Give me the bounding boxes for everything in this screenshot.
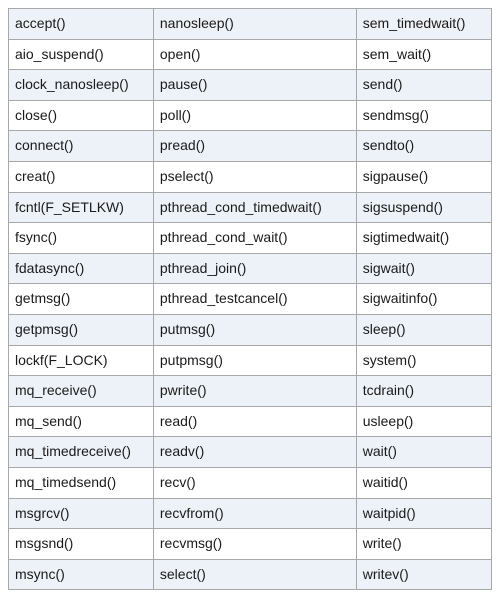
table-row: aio_suspend()open()sem_wait() bbox=[9, 39, 492, 70]
table-cell: mq_timedreceive() bbox=[9, 437, 154, 468]
table-cell: pread() bbox=[153, 131, 356, 162]
table-cell: fsync() bbox=[9, 223, 154, 254]
table-cell: connect() bbox=[9, 131, 154, 162]
table-cell: sendto() bbox=[356, 131, 491, 162]
table-cell: pthread_join() bbox=[153, 253, 356, 284]
table-cell: sigwait() bbox=[356, 253, 491, 284]
table-cell: fcntl(F_SETLKW) bbox=[9, 192, 154, 223]
table-cell: select() bbox=[153, 559, 356, 590]
table-cell: getmsg() bbox=[9, 284, 154, 315]
table-cell: open() bbox=[153, 39, 356, 70]
table-cell: waitpid() bbox=[356, 498, 491, 529]
table-cell: sigwaitinfo() bbox=[356, 284, 491, 315]
table-cell: writev() bbox=[356, 559, 491, 590]
functions-table: accept()nanosleep()sem_timedwait()aio_su… bbox=[8, 8, 492, 590]
table-cell: pselect() bbox=[153, 161, 356, 192]
table-cell: sigsuspend() bbox=[356, 192, 491, 223]
table-cell: recvfrom() bbox=[153, 498, 356, 529]
table-cell: clock_nanosleep() bbox=[9, 70, 154, 101]
table-cell: pthread_cond_timedwait() bbox=[153, 192, 356, 223]
table-row: fdatasync()pthread_join()sigwait() bbox=[9, 253, 492, 284]
table-cell: sem_timedwait() bbox=[356, 9, 491, 40]
table-cell: wait() bbox=[356, 437, 491, 468]
table-row: mq_timedreceive()readv()wait() bbox=[9, 437, 492, 468]
table-row: creat()pselect()sigpause() bbox=[9, 161, 492, 192]
table-cell: recv() bbox=[153, 467, 356, 498]
table-row: mq_timedsend()recv()waitid() bbox=[9, 467, 492, 498]
table-cell: system() bbox=[356, 345, 491, 376]
table-cell: mq_send() bbox=[9, 406, 154, 437]
table-cell: msgrcv() bbox=[9, 498, 154, 529]
table-cell: putmsg() bbox=[153, 314, 356, 345]
table-cell: write() bbox=[356, 529, 491, 560]
table-cell: pause() bbox=[153, 70, 356, 101]
table-cell: msync() bbox=[9, 559, 154, 590]
table-cell: accept() bbox=[9, 9, 154, 40]
table-cell: aio_suspend() bbox=[9, 39, 154, 70]
table-row: fsync()pthread_cond_wait()sigtimedwait() bbox=[9, 223, 492, 254]
table-cell: usleep() bbox=[356, 406, 491, 437]
table-cell: nanosleep() bbox=[153, 9, 356, 40]
table-cell: getpmsg() bbox=[9, 314, 154, 345]
table-row: close()poll()sendmsg() bbox=[9, 100, 492, 131]
table-cell: creat() bbox=[9, 161, 154, 192]
table-row: accept()nanosleep()sem_timedwait() bbox=[9, 9, 492, 40]
table-cell: read() bbox=[153, 406, 356, 437]
table-cell: sleep() bbox=[356, 314, 491, 345]
table-cell: readv() bbox=[153, 437, 356, 468]
table-row: clock_nanosleep()pause()send() bbox=[9, 70, 492, 101]
table-cell: fdatasync() bbox=[9, 253, 154, 284]
table-cell: sem_wait() bbox=[356, 39, 491, 70]
table-row: msync()select()writev() bbox=[9, 559, 492, 590]
table-row: mq_send()read()usleep() bbox=[9, 406, 492, 437]
table-cell: sendmsg() bbox=[356, 100, 491, 131]
table-cell: poll() bbox=[153, 100, 356, 131]
table-cell: mq_timedsend() bbox=[9, 467, 154, 498]
table-row: msgrcv()recvfrom()waitpid() bbox=[9, 498, 492, 529]
table-cell: tcdrain() bbox=[356, 376, 491, 407]
table-row: getmsg()pthread_testcancel()sigwaitinfo(… bbox=[9, 284, 492, 315]
table-cell: mq_receive() bbox=[9, 376, 154, 407]
table-row: connect()pread()sendto() bbox=[9, 131, 492, 162]
table-row: getpmsg()putmsg()sleep() bbox=[9, 314, 492, 345]
table-cell: putpmsg() bbox=[153, 345, 356, 376]
table-row: msgsnd()recvmsg()write() bbox=[9, 529, 492, 560]
table-row: lockf(F_LOCK)putpmsg()system() bbox=[9, 345, 492, 376]
table-cell: waitid() bbox=[356, 467, 491, 498]
table-cell: msgsnd() bbox=[9, 529, 154, 560]
table-cell: pthread_testcancel() bbox=[153, 284, 356, 315]
table-row: fcntl(F_SETLKW)pthread_cond_timedwait()s… bbox=[9, 192, 492, 223]
table-cell: pthread_cond_wait() bbox=[153, 223, 356, 254]
table-cell: sigpause() bbox=[356, 161, 491, 192]
table-cell: sigtimedwait() bbox=[356, 223, 491, 254]
table-cell: lockf(F_LOCK) bbox=[9, 345, 154, 376]
table-cell: close() bbox=[9, 100, 154, 131]
table-row: mq_receive()pwrite()tcdrain() bbox=[9, 376, 492, 407]
table-cell: send() bbox=[356, 70, 491, 101]
table-cell: recvmsg() bbox=[153, 529, 356, 560]
table-cell: pwrite() bbox=[153, 376, 356, 407]
